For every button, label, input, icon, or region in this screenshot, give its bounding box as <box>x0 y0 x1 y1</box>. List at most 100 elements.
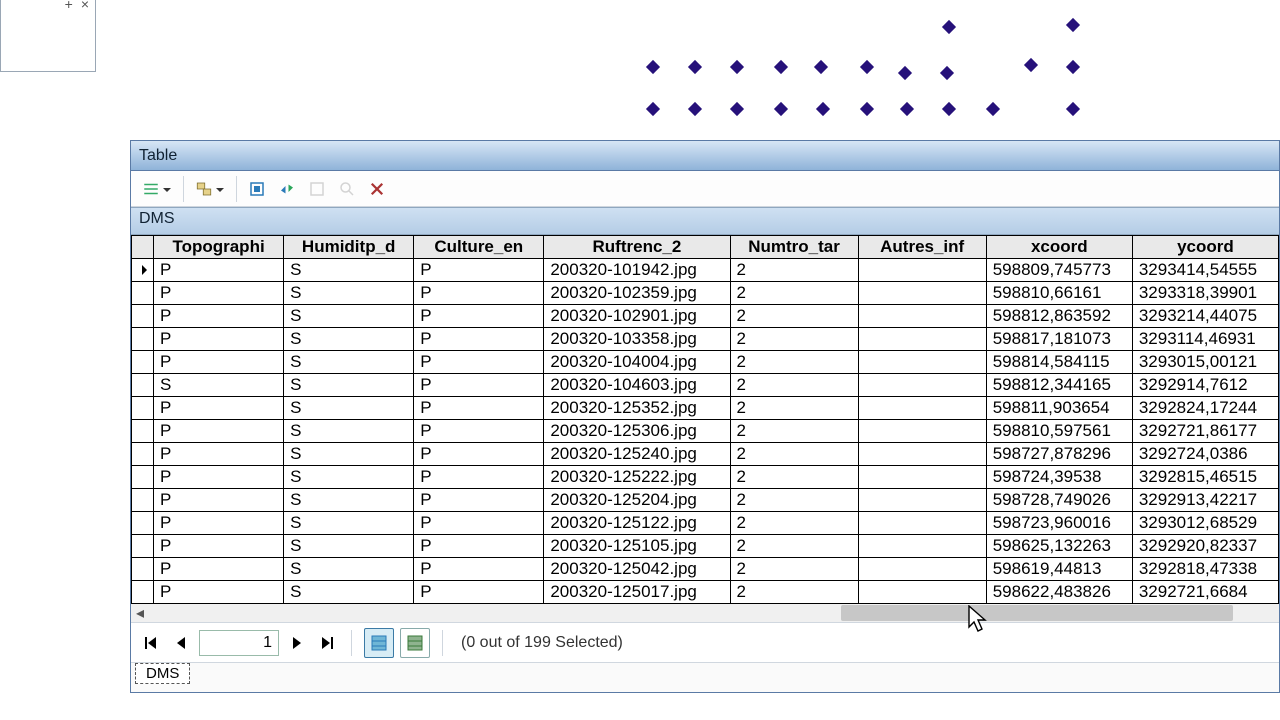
column-header[interactable]: Humiditp_d <box>284 236 414 259</box>
cell[interactable] <box>858 443 986 466</box>
column-header[interactable]: Autres_inf <box>858 236 986 259</box>
column-header[interactable]: ycoord <box>1132 236 1278 259</box>
cell[interactable]: 3292914,7612 <box>1132 374 1278 397</box>
scroll-left-icon[interactable]: ◂ <box>131 604 149 622</box>
window-titlebar[interactable]: Table <box>131 141 1279 171</box>
table-row[interactable]: PSP200320-125240.jpg2598727,878296329272… <box>132 443 1279 466</box>
row-selector[interactable] <box>132 466 154 489</box>
cell[interactable]: S <box>284 420 414 443</box>
table-options-button[interactable] <box>137 175 177 203</box>
cell[interactable]: S <box>284 581 414 604</box>
horizontal-scrollbar[interactable]: ◂ <box>131 604 1279 622</box>
cell[interactable]: 598723,960016 <box>986 512 1132 535</box>
cell[interactable]: 3293318,39901 <box>1132 282 1278 305</box>
cell[interactable]: 598810,597561 <box>986 420 1132 443</box>
column-header[interactable]: Topographi <box>154 236 284 259</box>
cell[interactable]: S <box>284 305 414 328</box>
cell[interactable] <box>858 512 986 535</box>
cell[interactable]: S <box>284 558 414 581</box>
cell[interactable]: 2 <box>730 374 858 397</box>
cell[interactable]: 200320-125306.jpg <box>544 420 730 443</box>
record-number-input[interactable] <box>199 630 279 656</box>
column-header[interactable]: Culture_en <box>414 236 544 259</box>
cell[interactable] <box>858 489 986 512</box>
cell[interactable]: 3292721,86177 <box>1132 420 1278 443</box>
cell[interactable]: 3293214,44075 <box>1132 305 1278 328</box>
cell[interactable] <box>858 328 986 351</box>
cell[interactable]: 598812,344165 <box>986 374 1132 397</box>
cell[interactable]: 3292824,17244 <box>1132 397 1278 420</box>
cell[interactable] <box>858 351 986 374</box>
cell[interactable]: 2 <box>730 420 858 443</box>
row-selector[interactable] <box>132 581 154 604</box>
row-selector[interactable] <box>132 489 154 512</box>
delete-selected-button[interactable] <box>363 175 391 203</box>
cell[interactable] <box>858 558 986 581</box>
cell[interactable]: 200320-104603.jpg <box>544 374 730 397</box>
row-selector[interactable] <box>132 328 154 351</box>
add-tab-icon[interactable]: + <box>65 0 73 14</box>
cell[interactable]: 598809,745773 <box>986 259 1132 282</box>
cell[interactable] <box>858 466 986 489</box>
cell[interactable]: 2 <box>730 328 858 351</box>
row-selector[interactable] <box>132 420 154 443</box>
row-selector[interactable] <box>132 282 154 305</box>
cell[interactable]: 200320-102901.jpg <box>544 305 730 328</box>
cell[interactable]: P <box>414 282 544 305</box>
cell[interactable]: 2 <box>730 443 858 466</box>
select-by-attributes-button[interactable] <box>243 175 271 203</box>
cell[interactable]: 598625,132263 <box>986 535 1132 558</box>
table-row[interactable]: SSP200320-104603.jpg2598812,344165329291… <box>132 374 1279 397</box>
cell[interactable]: 598622,483826 <box>986 581 1132 604</box>
cell[interactable] <box>858 305 986 328</box>
cell[interactable]: 2 <box>730 489 858 512</box>
cell[interactable]: P <box>414 581 544 604</box>
table-row[interactable]: PSP200320-101942.jpg2598809,745773329341… <box>132 259 1279 282</box>
table-row[interactable]: PSP200320-125105.jpg2598625,132263329292… <box>132 535 1279 558</box>
table-row[interactable]: PSP200320-104004.jpg2598814,584115329301… <box>132 351 1279 374</box>
cell[interactable]: P <box>414 374 544 397</box>
cell[interactable]: S <box>284 443 414 466</box>
column-header[interactable]: Ruftrenc_2 <box>544 236 730 259</box>
row-selector-header[interactable] <box>132 236 154 259</box>
cell[interactable]: P <box>414 558 544 581</box>
cell[interactable]: 200320-125204.jpg <box>544 489 730 512</box>
cell[interactable] <box>858 282 986 305</box>
column-header[interactable]: xcoord <box>986 236 1132 259</box>
show-all-records-button[interactable] <box>364 628 394 658</box>
cell[interactable]: 200320-125240.jpg <box>544 443 730 466</box>
cell[interactable]: S <box>284 466 414 489</box>
cell[interactable]: 598811,903654 <box>986 397 1132 420</box>
cell[interactable]: 200320-101942.jpg <box>544 259 730 282</box>
cell[interactable]: 2 <box>730 466 858 489</box>
cell[interactable]: 3293015,00121 <box>1132 351 1278 374</box>
cell[interactable]: P <box>154 535 284 558</box>
cell[interactable]: S <box>284 351 414 374</box>
cell[interactable] <box>858 535 986 558</box>
cell[interactable]: P <box>154 558 284 581</box>
related-tables-button[interactable] <box>190 175 230 203</box>
cell[interactable]: S <box>284 489 414 512</box>
cell[interactable]: P <box>154 305 284 328</box>
cell[interactable]: 598817,181073 <box>986 328 1132 351</box>
cell[interactable]: 200320-125352.jpg <box>544 397 730 420</box>
cell[interactable]: 200320-125042.jpg <box>544 558 730 581</box>
cell[interactable]: 200320-103358.jpg <box>544 328 730 351</box>
cell[interactable]: 3292913,42217 <box>1132 489 1278 512</box>
cell[interactable]: P <box>414 443 544 466</box>
cell[interactable]: 3292920,82337 <box>1132 535 1278 558</box>
cell[interactable] <box>858 259 986 282</box>
cell[interactable]: 200320-125105.jpg <box>544 535 730 558</box>
table-row[interactable]: PSP200320-125042.jpg2598619,448133292818… <box>132 558 1279 581</box>
cell[interactable]: 598810,66161 <box>986 282 1132 305</box>
cell[interactable]: 598812,863592 <box>986 305 1132 328</box>
cell[interactable]: P <box>154 489 284 512</box>
cell[interactable]: 2 <box>730 397 858 420</box>
grid[interactable]: TopographiHumiditp_dCulture_enRuftrenc_2… <box>131 235 1279 604</box>
table-row[interactable]: PSP200320-125222.jpg2598724,395383292815… <box>132 466 1279 489</box>
table-row[interactable]: PSP200320-125204.jpg2598728,749026329291… <box>132 489 1279 512</box>
cell[interactable]: P <box>414 397 544 420</box>
last-record-button[interactable] <box>315 631 339 655</box>
cell[interactable]: P <box>414 489 544 512</box>
cell[interactable]: P <box>154 443 284 466</box>
